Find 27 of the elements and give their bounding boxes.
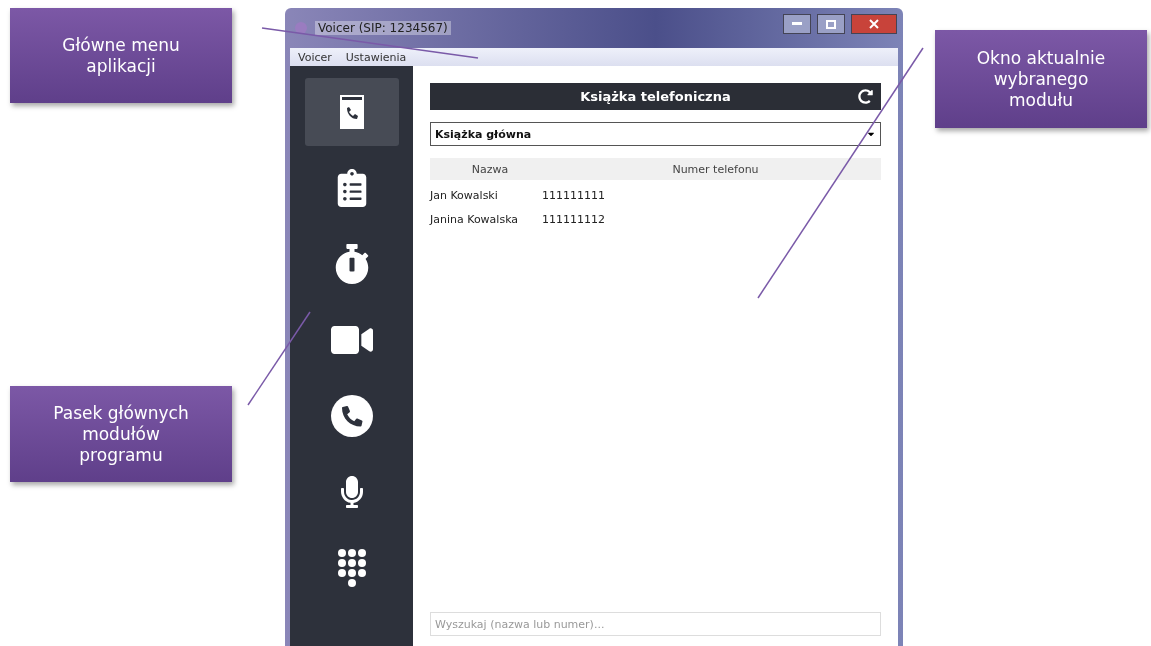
column-header[interactable]: Numer telefonu — [550, 162, 881, 176]
close-button[interactable] — [851, 14, 897, 34]
sidebar-item[interactable] — [304, 78, 399, 146]
app-icon — [293, 20, 309, 36]
table-cell-text: 111111112 — [542, 213, 606, 226]
phonebook-icon — [338, 94, 365, 130]
callout-label: Główne menu aplikacji — [10, 8, 232, 103]
window-title: Voicer (SIP: 1234567) — [315, 21, 451, 35]
phone-icon — [330, 395, 373, 437]
refresh-icon[interactable] — [858, 89, 873, 104]
close-icon — [869, 19, 879, 29]
column-header[interactable]: Nazwa — [430, 162, 550, 176]
callout-label: Okno aktualnie wybranego modułu — [935, 30, 1147, 128]
module-title: Książka telefoniczna — [580, 89, 731, 104]
menu-item[interactable]: Voicer — [298, 50, 332, 64]
minimize-button[interactable] — [783, 14, 811, 34]
callout-label: Pasek głównych modułów programu — [10, 386, 232, 482]
search-field[interactable]: Wyszukaj (nazwa lub numer)... — [430, 612, 881, 636]
menu-item[interactable]: Ustawienia — [345, 50, 407, 64]
maximize-icon — [826, 19, 836, 29]
maximize-button[interactable] — [817, 14, 845, 34]
dialpad-icon — [336, 549, 367, 587]
table-cell-text: Janina Kowalska — [430, 213, 520, 226]
phonebook-select[interactable]: Książka główna — [430, 122, 881, 146]
minimize-icon — [792, 22, 802, 26]
table-cell-text: 111111111 — [542, 189, 606, 202]
table-cell-text: Jan Kowalski — [430, 189, 499, 202]
